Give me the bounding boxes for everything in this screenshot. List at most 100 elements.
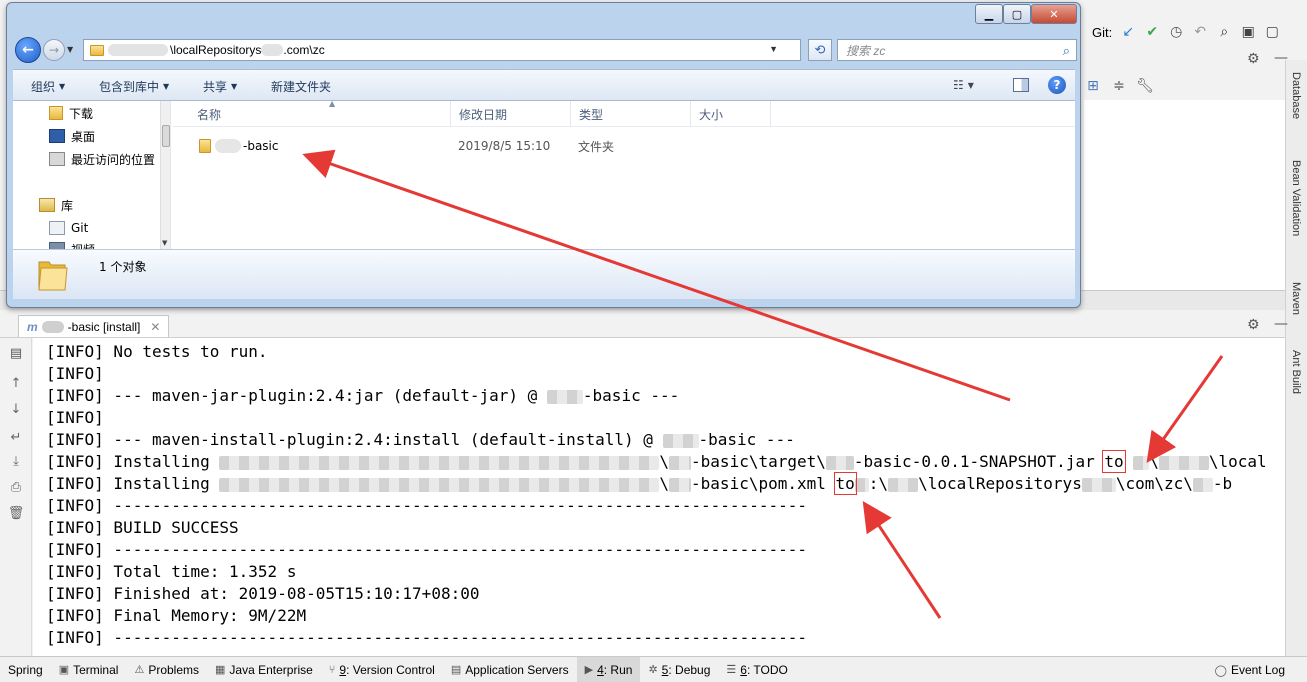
terminal-tab[interactable]: ▣ Terminal: [51, 657, 127, 682]
git-commit-icon[interactable]: ✔: [1144, 24, 1160, 40]
include-in-library-menu[interactable]: 包含到库中 ▼: [99, 70, 169, 102]
file-row[interactable]: -basic 2019/8/5 15:10 文件夹: [173, 135, 1075, 157]
redacted-text: [669, 455, 692, 470]
todo-icon: ☰: [726, 664, 737, 676]
run-icon: ▶: [584, 664, 594, 676]
close-button[interactable]: ✕: [1031, 4, 1077, 24]
console-line: [INFO]: [46, 408, 104, 427]
close-icon[interactable]: ✕: [150, 320, 160, 334]
trash-icon[interactable]: 🗑︎: [7, 504, 25, 522]
preview-pane-button[interactable]: [1013, 78, 1029, 92]
redacted-text: [108, 44, 168, 56]
chevron-down-icon[interactable]: ▼: [769, 44, 778, 54]
structure-toolbar: ⊞ ≑ 🔧︎: [1085, 74, 1154, 98]
branch-icon: ⑂: [328, 663, 336, 676]
down-arrow-icon[interactable]: ↓: [7, 400, 25, 418]
git-toolbar: Git: ↙ ✔ ◷ ↶ ⌕ ▣ ▢: [1092, 18, 1280, 46]
problems-tab[interactable]: ⚠ Problems: [126, 657, 207, 682]
console-output[interactable]: [INFO] No tests to run. [INFO] [INFO] --…: [33, 338, 1285, 656]
run-settings-gear-icon[interactable]: ⚙: [1247, 317, 1260, 333]
details-pane: 1 个对象: [13, 249, 1075, 299]
git-update-icon[interactable]: ↙: [1120, 24, 1136, 40]
run-tab-install[interactable]: m -basic [install] ✕: [18, 315, 170, 337]
spring-tab[interactable]: Spring: [0, 657, 51, 682]
bean-validation-tab[interactable]: Bean Validation: [1290, 160, 1302, 236]
debug-tab[interactable]: ✲ 5: Debug: [640, 657, 718, 682]
maven-tab[interactable]: Maven: [1290, 282, 1302, 315]
run-tab-label: -basic [install]: [67, 319, 141, 334]
up-arrow-icon[interactable]: ↑: [7, 374, 25, 392]
rerun-icon[interactable]: ▤: [7, 344, 25, 362]
console-line: [INFO] Final Memory: 9M/22M: [46, 606, 307, 625]
database-tab[interactable]: Database: [1290, 72, 1302, 119]
nav-item-downloads[interactable]: 下载: [49, 103, 93, 123]
minimize-button[interactable]: ▁: [975, 4, 1003, 24]
wrench-icon[interactable]: 🔧︎: [1136, 78, 1154, 94]
history-dropdown-icon[interactable]: ▼: [67, 45, 73, 54]
sort-ascending-icon: ▲: [329, 99, 336, 108]
help-button[interactable]: ?: [1048, 76, 1066, 94]
libraries-icon: [39, 198, 55, 212]
ant-build-tab[interactable]: Ant Build: [1290, 350, 1302, 394]
collapse-all-icon[interactable]: ≑: [1111, 78, 1127, 94]
item-count: 1 个对象: [99, 260, 147, 274]
soft-wrap-icon[interactable]: ↵: [7, 428, 25, 446]
redacted-text: [1133, 455, 1150, 470]
column-name[interactable]: 名称 ▲: [189, 99, 451, 127]
file-list: 名称 ▲ 修改日期 类型 大小 -basic 2019/8/5 15:10 文件夹: [173, 99, 1075, 249]
nav-item-desktop[interactable]: 桌面: [49, 126, 95, 146]
console-line: [INFO] Installing \ -basic\target\ -basic-…: [46, 450, 1267, 473]
version-control-tab[interactable]: ⑂ 9: Version Control: [321, 657, 443, 682]
view-options-button[interactable]: ☷ ▼: [953, 78, 974, 92]
column-size[interactable]: 大小: [691, 101, 771, 127]
search-placeholder: 搜索 zc: [846, 43, 886, 58]
scrollbar[interactable]: ▼: [160, 101, 170, 249]
java-enterprise-icon: ▦: [215, 664, 226, 676]
navigation-pane: 下载 桌面 最近访问的位置 库 Git 视频 ▼: [13, 101, 171, 249]
console-line: [INFO] --- maven-jar-plugin:2.4:jar (def…: [46, 386, 680, 405]
todo-tab[interactable]: ☰ 6: TODO: [718, 657, 795, 682]
gear-icon[interactable]: ⚙: [1247, 51, 1260, 67]
new-folder-button[interactable]: 新建文件夹: [271, 70, 331, 102]
git-history-icon[interactable]: ◷: [1168, 24, 1184, 40]
address-bar[interactable]: \localRepositorys .com\zc ▼: [83, 39, 801, 61]
print-icon[interactable]: ⎙: [7, 478, 25, 496]
explorer-body: 下载 桌面 最近访问的位置 库 Git 视频 ▼ 名称▲ 修改日期 类型 大小 …: [13, 99, 1075, 249]
forward-button[interactable]: →: [43, 39, 65, 61]
console-line: [INFO] Total time: 1.352 s: [46, 562, 297, 581]
organize-menu[interactable]: 组织 ▼: [31, 70, 65, 102]
project-structure-icon[interactable]: ▣: [1240, 24, 1256, 40]
run-tab[interactable]: ▶ 4: Run: [576, 656, 641, 682]
presentation-icon[interactable]: ▢: [1264, 24, 1280, 40]
run-hide-icon[interactable]: —: [1274, 316, 1288, 332]
refresh-button[interactable]: ⟲: [808, 39, 832, 61]
nav-item-recent[interactable]: 最近访问的位置: [49, 149, 155, 169]
chevron-down-icon: ▼: [231, 81, 238, 91]
scroll-down-icon[interactable]: ▼: [162, 239, 167, 247]
application-servers-tab[interactable]: ▤ Application Servers: [443, 657, 577, 682]
git-rollback-icon[interactable]: ↶: [1192, 24, 1208, 40]
console-line: [INFO] No tests to run.: [46, 342, 268, 361]
console-line: [INFO] Installing \ -basic\pom.xml to:\ \l…: [46, 472, 1233, 495]
column-type[interactable]: 类型: [571, 101, 691, 127]
console-line: [INFO] BUILD SUCCESS: [46, 518, 239, 537]
search-icon: ⌕: [1062, 43, 1070, 58]
expand-all-icon[interactable]: ⊞: [1085, 78, 1101, 94]
java-enterprise-tab[interactable]: ▦ Java Enterprise: [207, 657, 321, 682]
share-menu[interactable]: 共享 ▼: [203, 70, 237, 102]
console-line: [INFO] --- maven-install-plugin:2.4:inst…: [46, 430, 795, 449]
scrollbar-thumb[interactable]: [162, 125, 170, 147]
maximize-button[interactable]: ▢: [1003, 4, 1031, 24]
column-modified[interactable]: 修改日期: [451, 101, 571, 127]
scroll-to-end-icon[interactable]: ⤓: [7, 452, 25, 470]
downloads-icon: [49, 106, 63, 120]
nav-item-git[interactable]: Git: [49, 218, 88, 238]
nav-item-libraries[interactable]: 库: [39, 195, 73, 215]
back-button[interactable]: ←: [15, 37, 41, 63]
redacted-text: [1192, 477, 1213, 492]
run-tab-bar: m -basic [install] ✕: [0, 312, 1285, 338]
nav-item-videos[interactable]: 视频: [49, 239, 95, 249]
search-input[interactable]: 搜索 zc ⌕: [837, 39, 1077, 61]
event-log-tab[interactable]: ◯ Event Log: [1215, 657, 1285, 682]
search-everywhere-icon[interactable]: ⌕: [1216, 24, 1232, 40]
